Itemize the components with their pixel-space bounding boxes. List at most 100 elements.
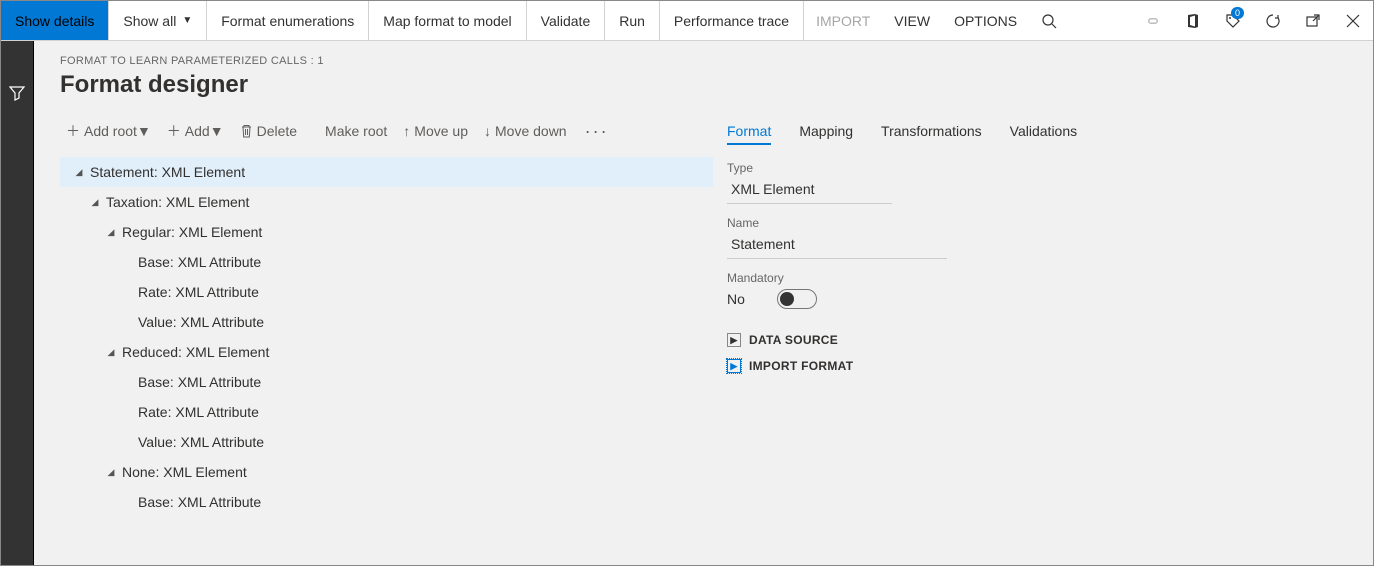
tree-row[interactable]: Base: XML Attribute [60,247,713,277]
main: FORMAT TO LEARN PARAMETERIZED CALLS : 1 … [34,41,1373,565]
tree-label: Rate: XML Attribute [138,284,259,300]
tree-label: Statement: XML Element [90,164,245,180]
chevron-down-icon: ▼ [182,15,192,26]
tree-row[interactable]: Base: XML Attribute [60,367,713,397]
plus-icon: ＋ [66,121,80,141]
breadcrumb: FORMAT TO LEARN PARAMETERIZED CALLS : 1 [34,41,1373,71]
refresh-button[interactable] [1253,1,1293,40]
tree-row[interactable]: ◢ Statement: XML Element [60,157,713,187]
office-icon-button[interactable] [1173,1,1213,40]
tree-expander-icon[interactable]: ◢ [104,227,118,238]
add-label: Add [185,123,210,139]
tab-validations[interactable]: Validations [1010,119,1077,145]
move-up-button[interactable]: ↑Move up [397,119,474,143]
delete-button[interactable]: Delete [234,119,303,143]
mandatory-toggle[interactable] [777,289,817,309]
show-all-button[interactable]: Show all▼ [109,1,207,40]
expand-right-icon: ▶ [727,359,741,373]
tree-label: Value: XML Attribute [138,314,264,330]
arrow-down-icon: ↓ [484,123,491,139]
more-button[interactable]: ··· [577,121,617,142]
filter-button[interactable] [1,77,33,109]
plus-icon: ＋ [167,121,181,141]
right-tabs: Format Mapping Transformations Validatio… [727,113,1373,155]
import-button[interactable]: IMPORT [804,1,882,40]
tree-row[interactable]: Rate: XML Attribute [60,277,713,307]
tree-row[interactable]: ◢Reduced: XML Element [60,337,713,367]
page-title: Format designer [34,71,1373,113]
make-root-label: Make root [325,123,387,139]
make-root-button[interactable]: Make root [319,119,393,143]
tree-label: Base: XML Attribute [138,494,261,510]
link-icon-button[interactable] [1133,1,1173,40]
close-button[interactable] [1333,1,1373,40]
data-source-label: DATA SOURCE [749,333,838,347]
delete-label: Delete [257,123,297,139]
office-icon [1185,13,1201,29]
right-pane: Format Mapping Transformations Validatio… [713,113,1373,565]
name-label: Name [727,216,1373,230]
name-input[interactable]: Statement [727,230,947,259]
tab-transformations[interactable]: Transformations [881,119,982,145]
tree-label: Base: XML Attribute [138,374,261,390]
search-icon [1041,13,1057,29]
add-root-button[interactable]: ＋Add root▼ [60,117,157,145]
tree-expander-icon[interactable]: ◢ [72,167,86,178]
add-root-label: Add root [84,123,137,139]
mandatory-label: Mandatory [727,271,1373,285]
expand-right-icon: ▶ [727,333,741,347]
tree-row[interactable]: ◢ Taxation: XML Element [60,187,713,217]
tree-expander-icon[interactable]: ◢ [104,347,118,358]
run-button[interactable]: Run [605,1,660,40]
tree-label: Taxation: XML Element [106,194,249,210]
arrow-up-icon: ↑ [403,123,410,139]
options-button[interactable]: OPTIONS [942,1,1029,40]
chevron-down-icon: ▼ [210,123,224,139]
tree-row[interactable]: Base: XML Attribute [60,487,713,517]
tree-expander-icon[interactable]: ◢ [88,197,102,208]
sidebar [1,41,34,565]
map-format-to-model-button[interactable]: Map format to model [369,1,526,40]
data-source-expander[interactable]: ▶ DATA SOURCE [727,327,1373,353]
tree-row[interactable]: Value: XML Attribute [60,307,713,337]
popout-button[interactable] [1293,1,1333,40]
tree-toolbar: ＋Add root▼ ＋Add▼ Delete Make root ↑Move … [34,113,713,149]
tab-mapping[interactable]: Mapping [799,119,853,145]
move-up-label: Move up [414,123,468,139]
tree-expander-icon[interactable]: ◢ [104,467,118,478]
layout: FORMAT TO LEARN PARAMETERIZED CALLS : 1 … [1,41,1373,565]
format-enumerations-button[interactable]: Format enumerations [207,1,369,40]
tree-row[interactable]: ◢None: XML Element [60,457,713,487]
close-icon [1346,14,1360,28]
tree-row[interactable]: Value: XML Attribute [60,427,713,457]
link-icon [1145,14,1161,28]
trash-icon [240,124,253,138]
performance-trace-button[interactable]: Performance trace [660,1,804,40]
notification-badge: 0 [1231,7,1244,19]
import-format-label: IMPORT FORMAT [749,359,853,373]
tree-row[interactable]: ◢ Regular: XML Element [60,217,713,247]
tree-label: Value: XML Attribute [138,434,264,450]
move-down-button[interactable]: ↓Move down [478,119,573,143]
move-down-label: Move down [495,123,567,139]
chevron-down-icon: ▼ [137,123,151,139]
tree-label: Regular: XML Element [122,224,262,240]
left-pane: ＋Add root▼ ＋Add▼ Delete Make root ↑Move … [34,113,713,565]
view-button[interactable]: VIEW [882,1,942,40]
tree-label: Rate: XML Attribute [138,404,259,420]
tab-format[interactable]: Format [727,119,771,145]
validate-button[interactable]: Validate [527,1,606,40]
import-format-expander[interactable]: ▶ IMPORT FORMAT [727,353,1373,379]
add-button[interactable]: ＋Add▼ [161,117,230,145]
search-button[interactable] [1029,1,1069,40]
content: ＋Add root▼ ＋Add▼ Delete Make root ↑Move … [34,113,1373,565]
show-details-button[interactable]: Show details [1,1,109,40]
tree-row[interactable]: Rate: XML Attribute [60,397,713,427]
notification-button[interactable]: 0 [1213,1,1253,40]
filter-icon [9,85,25,101]
topbar: Show details Show all▼ Format enumeratio… [1,1,1373,41]
type-value: XML Element [727,175,892,204]
mandatory-value: No [727,291,745,307]
type-label: Type [727,161,1373,175]
tree-label: Base: XML Attribute [138,254,261,270]
